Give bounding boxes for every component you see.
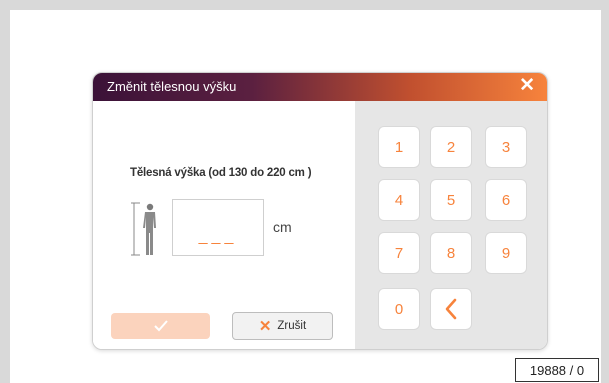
key-3[interactable]: 3 (485, 126, 527, 168)
close-icon[interactable]: ✕ (519, 76, 535, 96)
key-8[interactable]: 8 (430, 232, 472, 274)
key-5[interactable]: 5 (430, 179, 472, 221)
key-9[interactable]: 9 (485, 232, 527, 274)
check-icon (153, 320, 168, 332)
key-1[interactable]: 1 (378, 126, 420, 168)
cancel-button-label: Zrušit (277, 320, 307, 332)
keypad: 1 2 3 4 5 6 7 8 9 0 (355, 101, 547, 349)
unit-label: cm (273, 219, 292, 235)
dialog-titlebar: Změnit tělesnou výšku ✕ (93, 73, 547, 101)
input-panel: Tělesná výška (od 130 do 220 cm ) ___ cm… (93, 101, 355, 349)
cancel-button[interactable]: ✕ Zrušit (232, 312, 333, 340)
chevron-left-icon (445, 298, 457, 320)
height-label: Tělesná výška (od 130 do 220 cm ) (130, 167, 312, 179)
height-input-value: ___ (198, 228, 238, 245)
backspace-button[interactable] (430, 288, 472, 330)
key-6[interactable]: 6 (485, 179, 527, 221)
close-icon: ✕ (258, 318, 272, 335)
key-0[interactable]: 0 (378, 288, 420, 330)
height-input[interactable]: ___ (172, 199, 264, 256)
body-height-icon (131, 202, 156, 256)
dialog-title: Změnit tělesnou výšku (107, 79, 237, 94)
confirm-button[interactable] (111, 313, 210, 339)
status-counter: 19888 / 0 (515, 358, 599, 382)
key-4[interactable]: 4 (378, 179, 420, 221)
screen: Změnit tělesnou výšku ✕ Tělesná výška (o… (10, 10, 601, 383)
key-2[interactable]: 2 (430, 126, 472, 168)
height-dialog: Změnit tělesnou výšku ✕ Tělesná výška (o… (92, 72, 548, 350)
key-7[interactable]: 7 (378, 232, 420, 274)
